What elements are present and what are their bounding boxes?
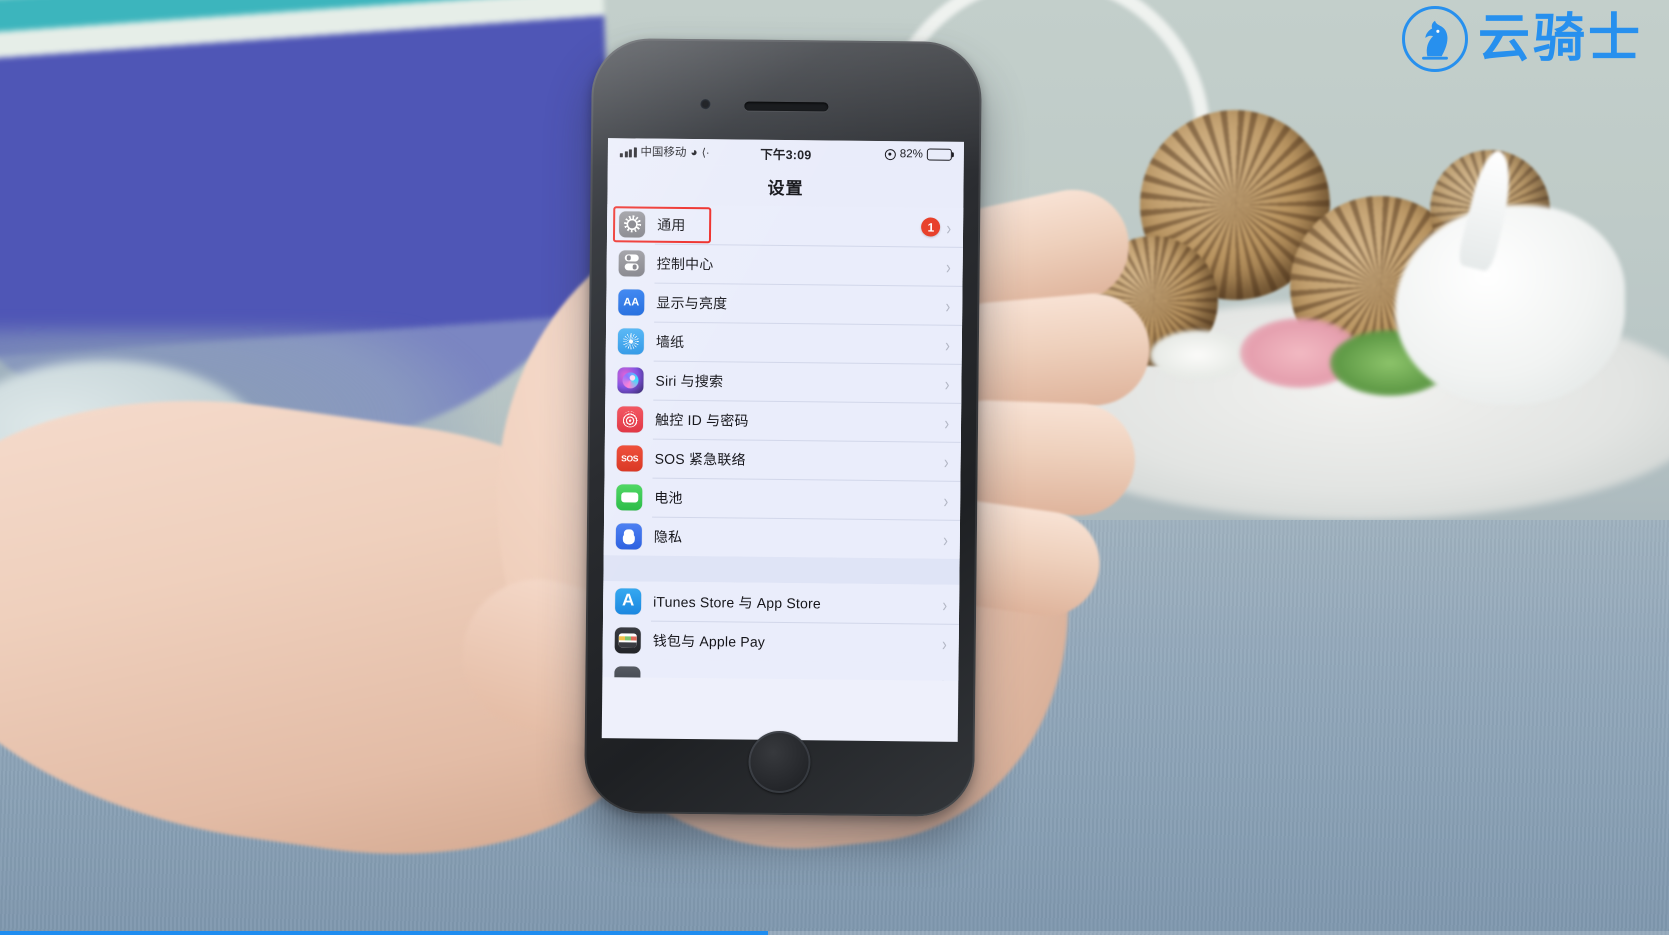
settings-list[interactable]: 通用 1 › 控制中心 › AA 显示与亮度 › 墙纸 › Siri 与搜索 › 触控 ID 与密码 › S… <box>602 204 964 663</box>
list-item[interactable]: 墙纸 › <box>605 321 963 364</box>
chevron-right-icon: › <box>943 489 949 512</box>
home-button[interactable] <box>748 730 811 794</box>
battery-glyph <box>620 491 638 502</box>
phone-screen: 中国移动 ◕ ⟨· 下午3:09 82% 设置 通用 1 › 控制中心 › AA 显示与亮度… <box>601 138 965 742</box>
chevron-right-icon: › <box>943 450 949 473</box>
list-item-label: 钱包与 Apple Pay <box>652 632 766 650</box>
video-progress-bar[interactable] <box>0 931 1669 935</box>
list-item-label: 显示与亮度 <box>656 294 728 311</box>
list-item[interactable]: AiTunes Store 与 App Store › <box>602 581 960 624</box>
wallpaper-icon <box>617 327 645 355</box>
list-item-label: iTunes Store 与 App Store <box>653 593 821 611</box>
battery-settings-icon <box>616 483 643 511</box>
chevron-right-icon: › <box>945 294 951 317</box>
chevron-right-icon: › <box>942 593 948 616</box>
group-stores: AiTunes Store 与 App Store › 钱包与 Apple Pay › <box>602 581 960 663</box>
decor-flower <box>1150 330 1246 380</box>
list-item-label: 触控 ID 与密码 <box>654 411 749 429</box>
touch-id-icon <box>616 405 644 433</box>
list-item[interactable]: › <box>602 659 959 681</box>
list-item-label: 墙纸 <box>655 333 685 350</box>
list-item-label: Siri 与搜索 <box>655 372 724 389</box>
list-item[interactable]: Siri 与搜索 › <box>605 360 962 403</box>
list-item-label <box>652 679 941 681</box>
fingerprint-glyph <box>621 410 639 427</box>
list-item-label: 控制中心 <box>656 255 714 272</box>
list-item[interactable]: 触控 ID 与密码 › <box>604 399 962 442</box>
gear-icon <box>618 210 646 238</box>
chevron-right-icon: › <box>942 671 947 680</box>
video-progress-fill <box>0 931 768 935</box>
battery-percent-label: 82% <box>899 148 923 161</box>
appstore-glyph: A <box>621 590 635 610</box>
chevron-right-icon: › <box>944 372 950 395</box>
location-services-icon: ⟨· <box>701 146 710 159</box>
list-item-label: 电池 <box>654 489 683 506</box>
status-bar-left: 中国移动 ◕ ⟨· <box>619 143 761 160</box>
display-brightness-icon: AA <box>618 288 645 316</box>
wallpaper-glyph <box>622 332 639 349</box>
page-title: 设置 <box>607 164 964 208</box>
carrier-label: 中国移动 <box>640 146 687 159</box>
list-item[interactable]: 控制中心 › <box>606 243 963 286</box>
chevron-right-icon: › <box>943 528 948 551</box>
list-item-label: 通用 <box>657 216 686 233</box>
siri-glyph <box>622 371 639 388</box>
gear-glyph <box>623 215 641 233</box>
chevron-right-icon: › <box>945 255 951 278</box>
list-item-label: SOS 紧急联络 <box>654 450 746 468</box>
hand-glyph <box>622 528 636 544</box>
earpiece-speaker <box>744 101 829 112</box>
wallet-icon <box>614 626 641 654</box>
alarm-clock-icon <box>884 148 896 160</box>
list-item[interactable]: 隐私 › <box>603 516 961 559</box>
chevron-right-icon: › <box>946 216 952 239</box>
app-store-icon: A <box>615 587 642 615</box>
list-item-label: 隐私 <box>653 528 683 545</box>
list-item[interactable]: 钱包与 Apple Pay › <box>602 620 959 663</box>
list-item[interactable]: 通用 1 › <box>606 204 964 247</box>
iphone-device: 中国移动 ◕ ⟨· 下午3:09 82% 设置 通用 1 › 控制中心 › AA 显示与亮度… <box>583 37 983 818</box>
status-badge: 1 <box>921 217 941 237</box>
list-item[interactable]: AA 显示与亮度 › <box>606 282 963 325</box>
control-center-icon <box>618 249 645 277</box>
watermark-text: 云骑士 <box>1477 9 1643 69</box>
list-item[interactable]: SOS SOS 紧急联络 › <box>604 438 961 481</box>
front-camera-icon <box>700 99 711 110</box>
chevron-right-icon: › <box>941 632 947 655</box>
privacy-hand-icon <box>615 522 642 550</box>
knight-horse-emblem-icon <box>1401 6 1468 72</box>
status-bar-right: 82% <box>811 147 952 161</box>
list-group-separator <box>603 555 960 585</box>
status-bar: 中国移动 ◕ ⟨· 下午3:09 82% <box>607 138 965 168</box>
cellular-signal-icon <box>619 146 637 157</box>
toggle-glyph <box>624 254 639 271</box>
partial-icon <box>614 665 641 681</box>
group-system: 通用 1 › 控制中心 › AA 显示与亮度 › 墙纸 › Siri 与搜索 › 触控 ID 与密码 › S… <box>603 204 964 559</box>
chevron-right-icon: › <box>945 333 950 356</box>
swan-ornament <box>1395 205 1625 405</box>
wallet-glyph <box>618 632 637 647</box>
wifi-icon: ◕ <box>690 145 698 160</box>
status-bar-clock: 下午3:09 <box>760 147 812 162</box>
list-item[interactable]: 电池 › <box>604 477 961 520</box>
sos-icon: SOS <box>616 444 643 472</box>
watermark-logo: 云骑士 <box>1401 6 1643 72</box>
chevron-right-icon: › <box>944 411 950 434</box>
battery-icon <box>926 148 952 161</box>
siri-icon <box>617 366 644 394</box>
cut-off-row[interactable]: › <box>602 659 959 681</box>
